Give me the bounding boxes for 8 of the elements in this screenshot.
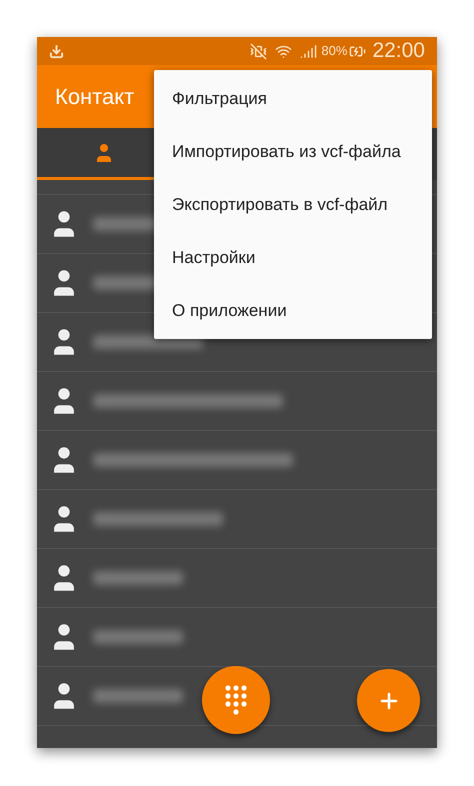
menu-item[interactable]: Экспортировать в vcf-файл [154, 178, 432, 231]
menu-item[interactable]: Настройки [154, 231, 432, 284]
app-title: Контакт [55, 83, 134, 111]
menu-item[interactable]: Импортировать из vcf-файла [154, 125, 432, 178]
menu-item[interactable]: Фильтрация [154, 72, 432, 125]
clock: 22:00 [372, 38, 425, 64]
menu-item[interactable]: О приложении [154, 284, 432, 337]
battery-percent: 80% [321, 42, 348, 60]
